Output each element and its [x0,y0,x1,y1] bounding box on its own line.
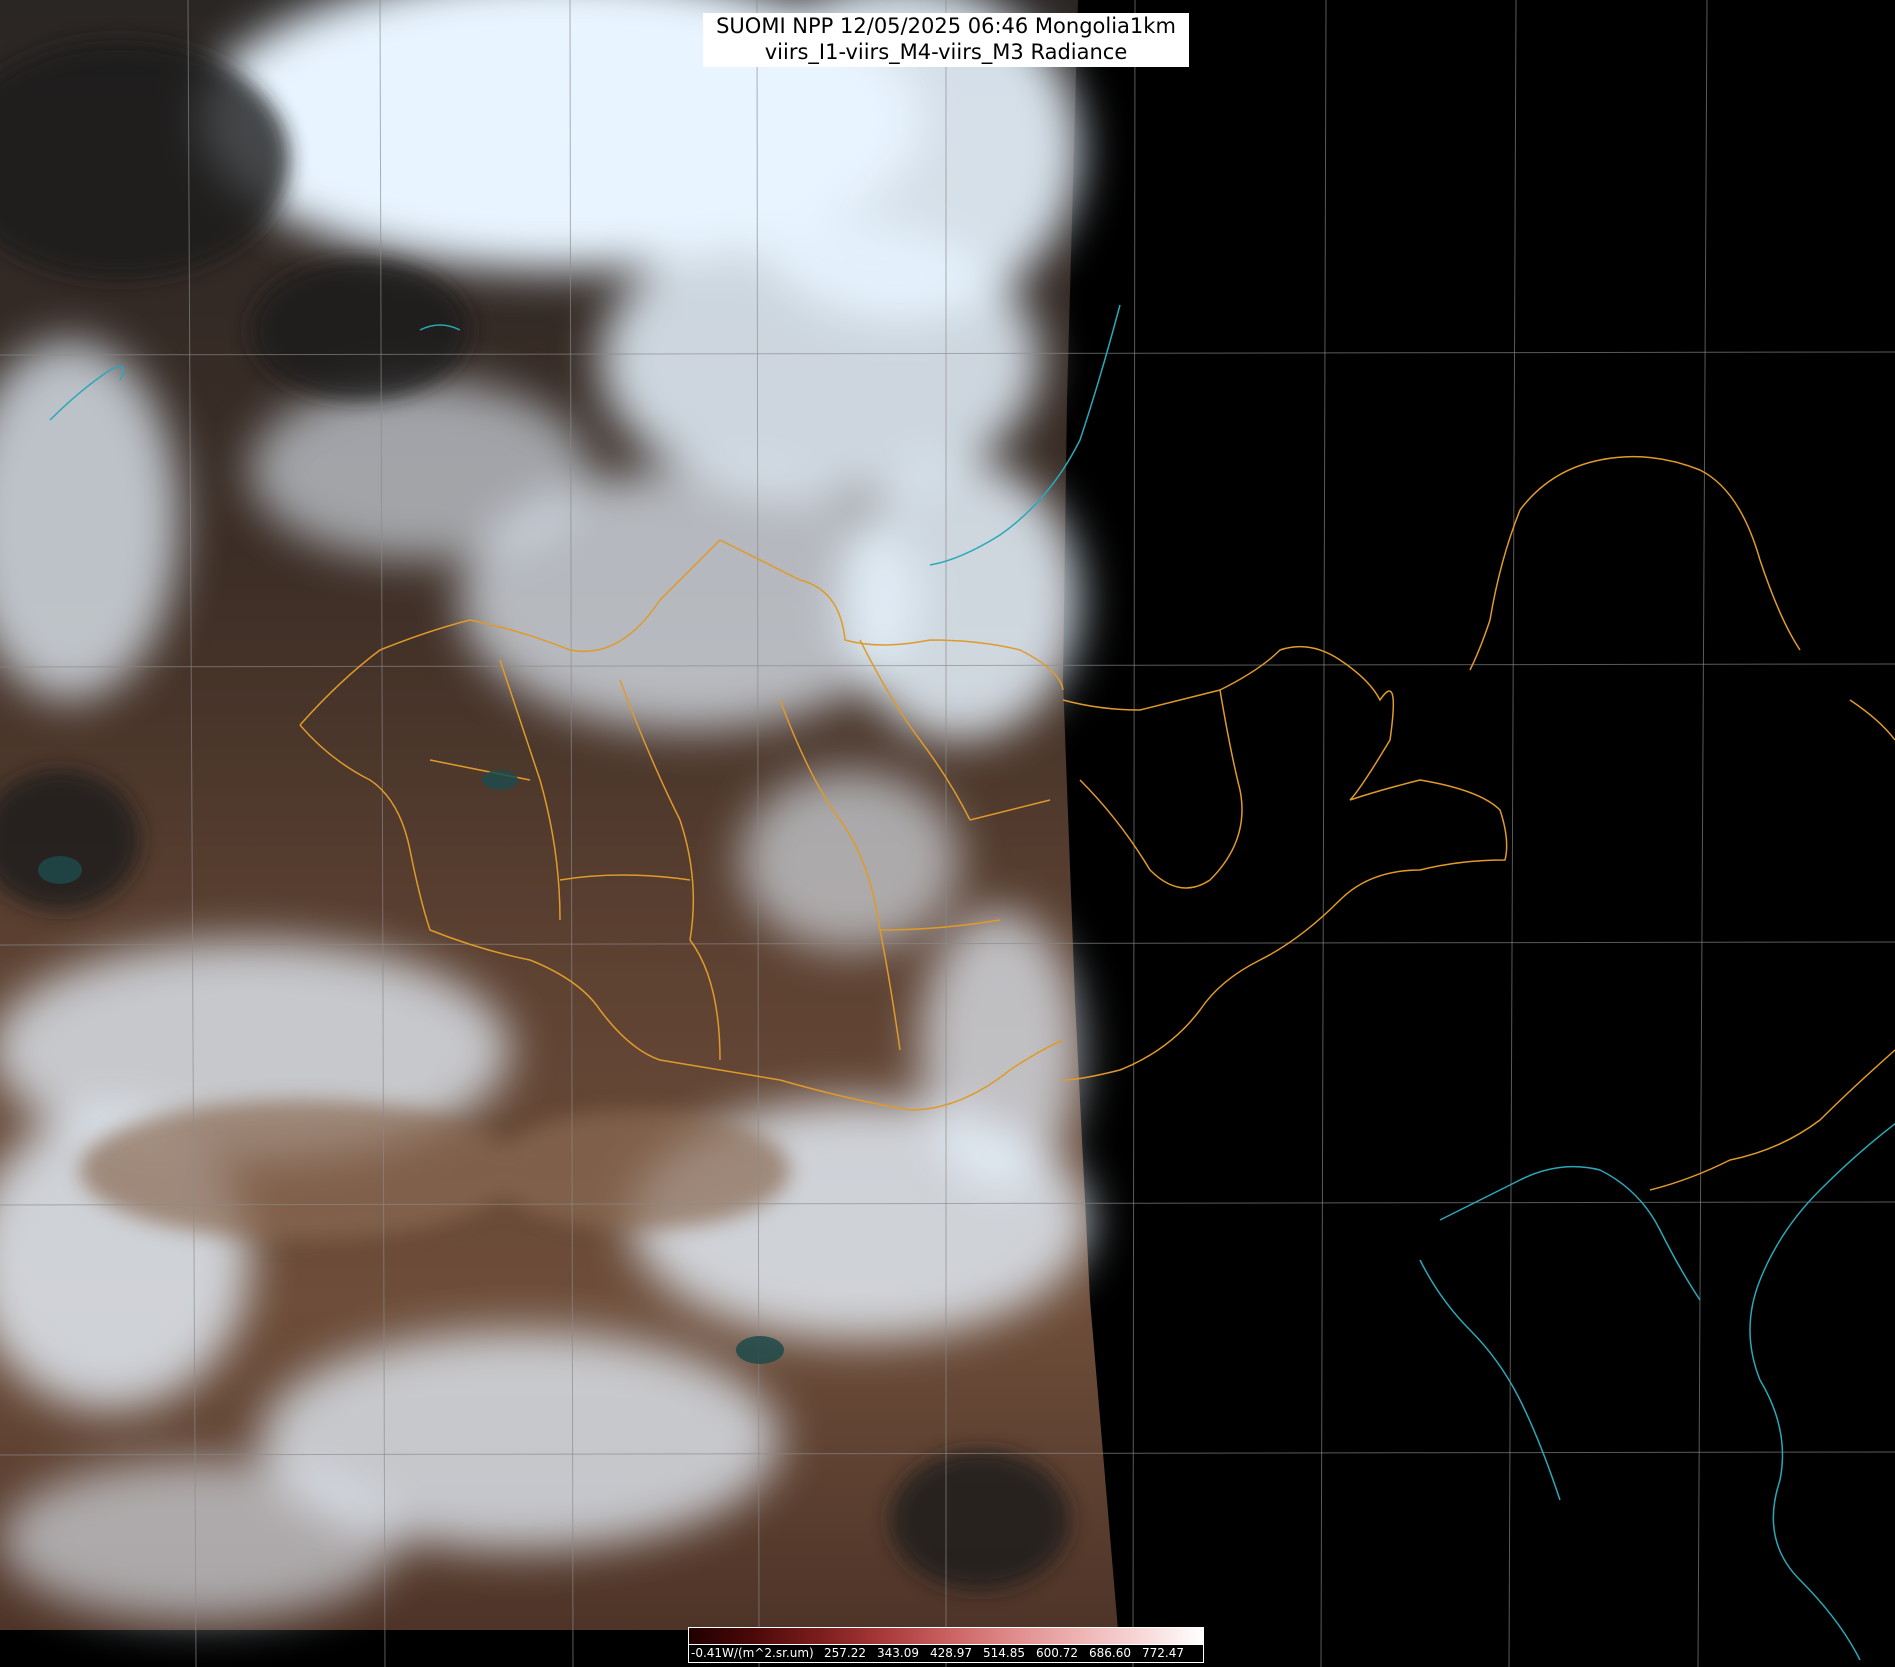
title-line-1: SUOMI NPP 12/05/2025 06:46 Mongolia1km [716,14,1176,38]
colorbar-labels: -0.41W/(m^2.sr.um) 257.22 343.09 428.97 … [688,1645,1204,1663]
satellite-image [0,0,1895,1667]
colorbar-gradient [688,1627,1204,1645]
colorbar-label: 257.22 [824,1646,866,1660]
colorbar-label: 600.72 [1036,1646,1078,1660]
colorbar-label: 514.85 [983,1646,1025,1660]
colorbar-label: 343.09 [877,1646,919,1660]
image-title: SUOMI NPP 12/05/2025 06:46 Mongolia1km v… [703,13,1189,67]
title-line-2: viirs_I1-viirs_M4-viirs_M3 Radiance [764,40,1128,64]
swath [0,0,1118,1630]
colorbar-label: 772.47 [1142,1646,1184,1660]
colorbar-label: 428.97 [930,1646,972,1660]
colorbar-label: -0.41W/(m^2.sr.um) [691,1646,814,1660]
colorbar-label: 686.60 [1089,1646,1131,1660]
radiance-colorbar: -0.41W/(m^2.sr.um) 257.22 343.09 428.97 … [688,1627,1204,1663]
